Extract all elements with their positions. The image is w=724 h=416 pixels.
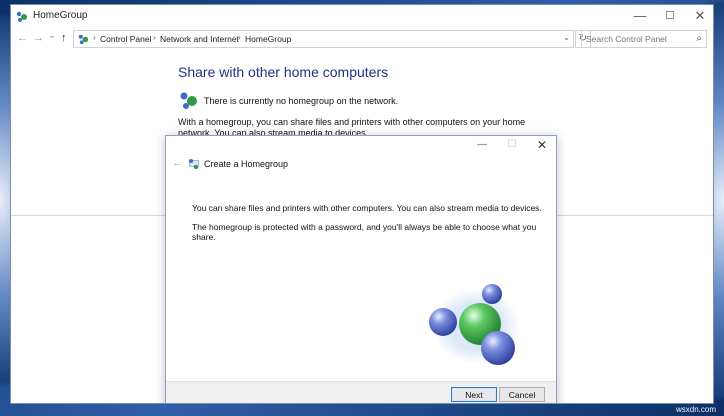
minimize-button[interactable]: — <box>625 5 655 29</box>
dialog-paragraph-share: You can share files and printers with ot… <box>192 203 542 213</box>
dialog-close-button[interactable]: ✕ <box>528 137 556 155</box>
dialog-title: Create a Homegroup <box>204 159 289 169</box>
breadcrumb-control-panel[interactable]: Control Panel <box>100 34 152 44</box>
next-button[interactable]: Next <box>451 387 497 402</box>
maximize-button[interactable]: ☐ <box>655 5 685 29</box>
title-bar: HomeGroup — ☐ ✕ <box>11 5 713 29</box>
dialog-maximize-button: ☐ <box>507 139 517 150</box>
breadcrumb-separator-icon: › <box>153 33 156 42</box>
watermark: wsxdn.com <box>675 405 716 414</box>
homegroup-spheres-illustration <box>429 284 520 365</box>
back-arrow-icon[interactable]: ← <box>17 32 28 44</box>
search-placeholder: Search Control Panel <box>586 34 667 44</box>
dialog-paragraph-password: The homegroup is protected with a passwo… <box>192 222 537 242</box>
close-button[interactable]: ✕ <box>685 5 713 29</box>
homegroup-icon <box>16 11 27 22</box>
homegroup-status-text: There is currently no homegroup on the n… <box>204 96 399 106</box>
window-title: HomeGroup <box>33 10 88 21</box>
create-homegroup-dialog: — ☐ ✕ ← Create a Homegroup You can share… <box>165 135 557 403</box>
create-homegroup-icon <box>189 159 199 170</box>
cancel-button[interactable]: Cancel <box>499 387 545 402</box>
search-input[interactable]: Search Control Panel ⌕ <box>581 30 707 48</box>
dialog-minimize-button[interactable]: — <box>468 137 496 155</box>
breadcrumb-separator-icon: › <box>93 33 96 42</box>
control-panel-icon <box>78 34 89 45</box>
search-icon[interactable]: ⌕ <box>696 31 702 47</box>
breadcrumb-separator-icon: › <box>238 33 241 42</box>
breadcrumb-network-and-internet[interactable]: Network and Internet <box>160 34 239 44</box>
up-arrow-icon[interactable]: ↑ <box>61 32 67 44</box>
homegroup-window: HomeGroup — ☐ ✕ ← → ⌄ ↑ › Control Panel … <box>10 4 714 404</box>
dialog-footer: Next Cancel <box>166 381 556 403</box>
page-title: Share with other home computers <box>178 64 389 80</box>
dialog-back-arrow-icon[interactable]: ← <box>172 157 183 169</box>
address-dropdown-icon[interactable]: ⌄ <box>563 33 570 42</box>
breadcrumb-homegroup[interactable]: HomeGroup <box>245 34 291 44</box>
address-bar[interactable]: › Control Panel › Network and Internet ›… <box>73 30 574 48</box>
forward-arrow-icon[interactable]: → <box>33 32 44 44</box>
recent-locations-icon[interactable]: ⌄ <box>48 30 56 41</box>
navigation-bar: ← → ⌄ ↑ › Control Panel › Network and In… <box>11 29 713 51</box>
homegroup-status-icon <box>180 92 197 109</box>
